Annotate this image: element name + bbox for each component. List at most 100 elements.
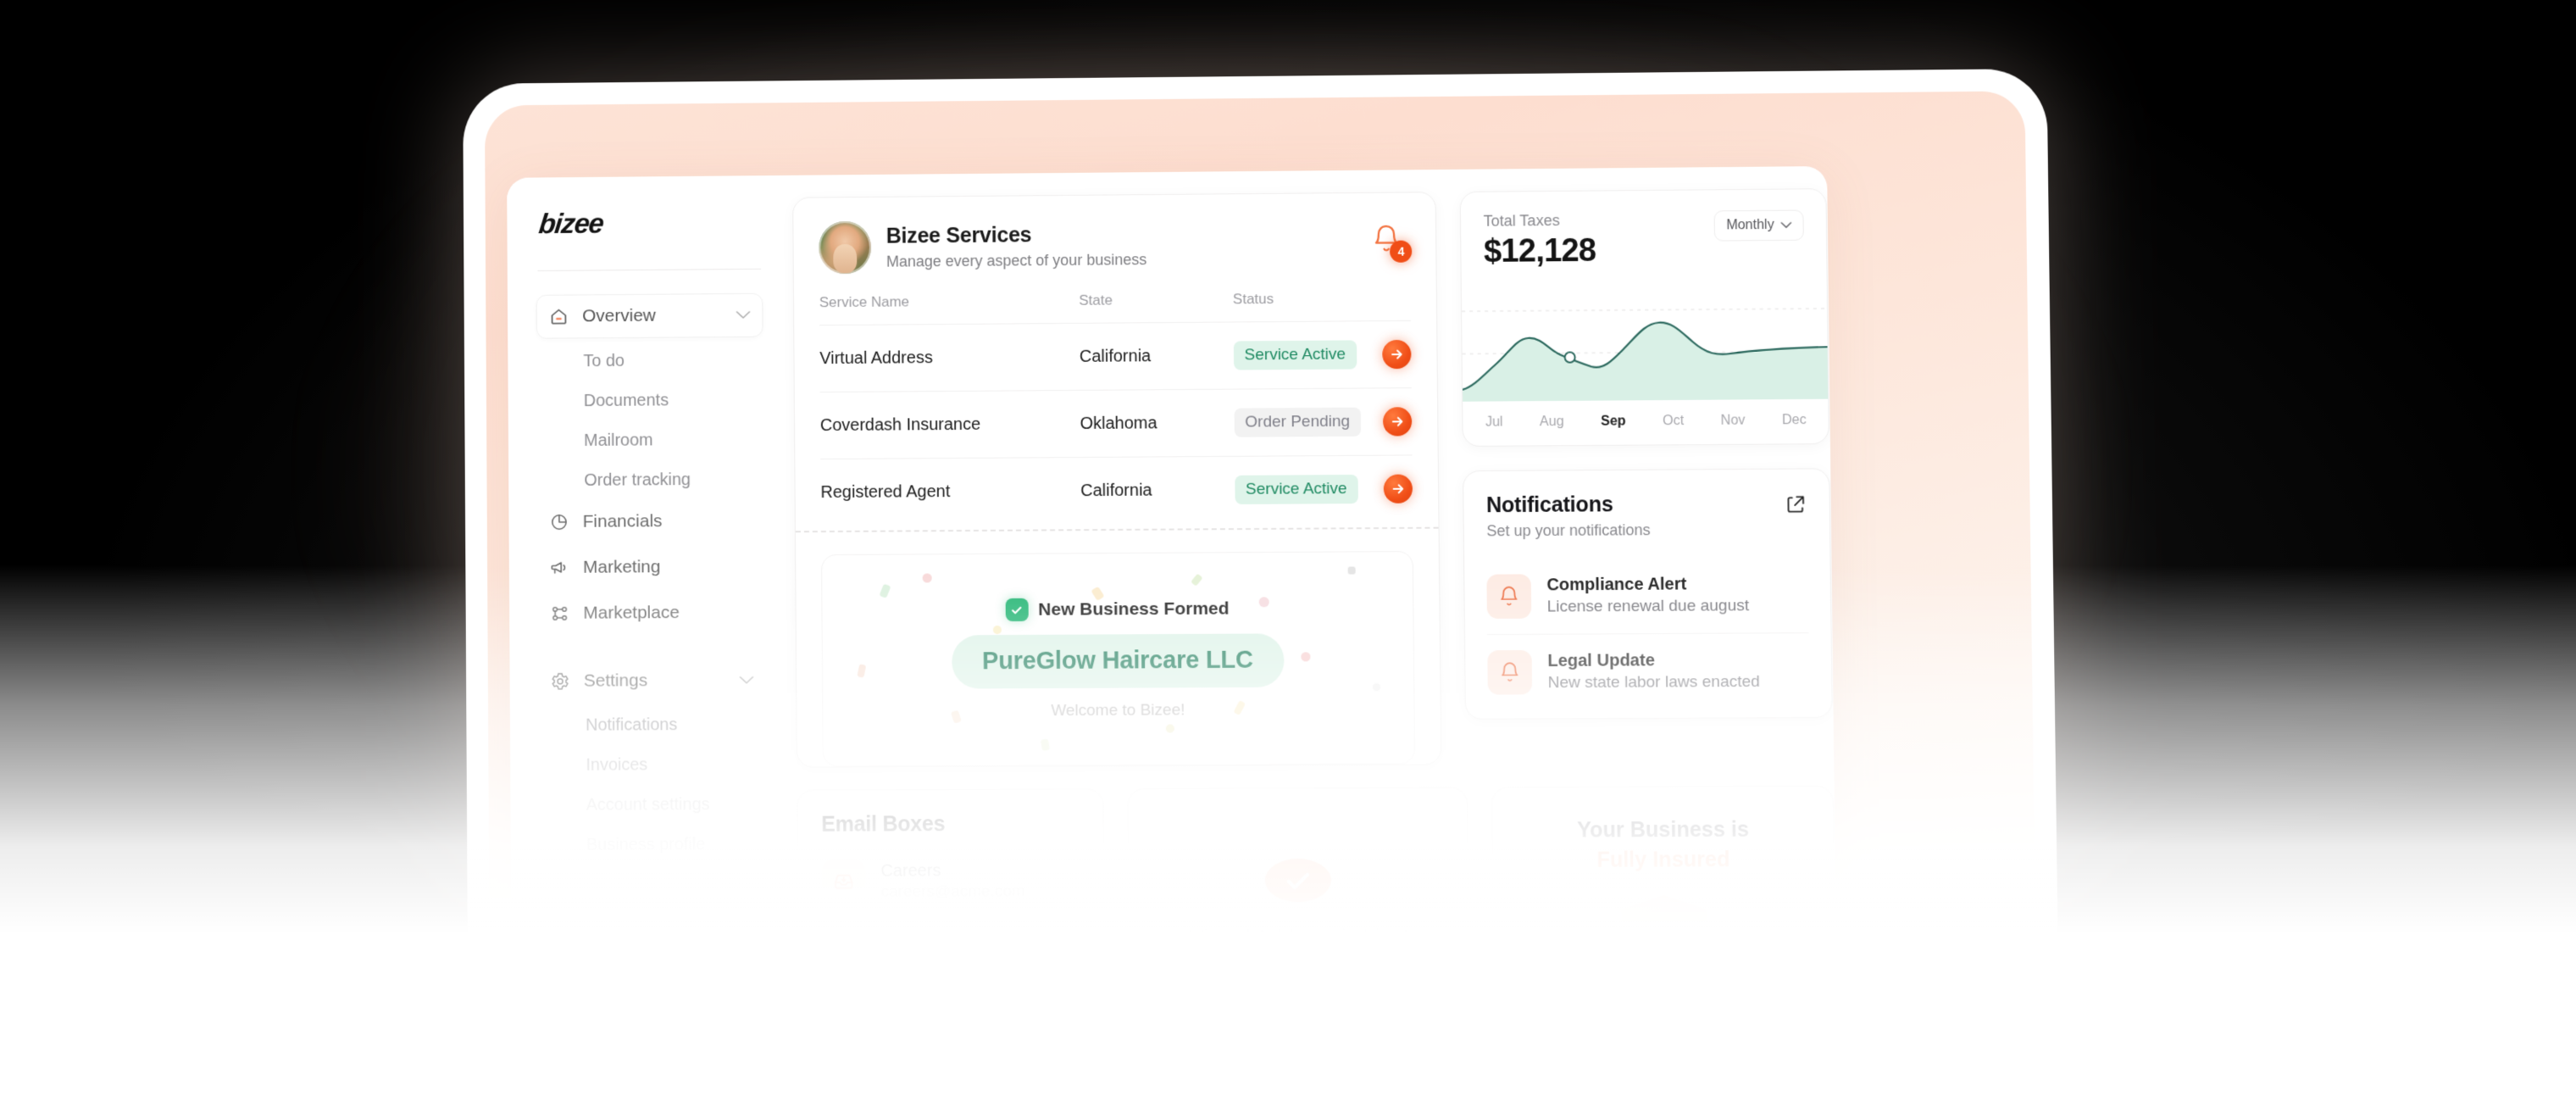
notification-title: Compliance Alert [1546,575,1687,595]
virtual-address-card: Virtual Address is Live! We'll keep you … [1127,787,1471,1036]
row-go-button[interactable] [1384,474,1413,503]
range-select-value: Monthly [1726,217,1774,233]
sidebar-item-sign-out[interactable]: Sign out [540,948,768,992]
nodes-icon [550,604,570,624]
chart-highlight-point [1565,353,1575,363]
notifications-subtitle: Set up your notifications [1486,521,1651,540]
chevron-down-icon [736,307,751,324]
page-subtitle: Manage every aspect of your business [886,250,1147,270]
row-go-button[interactable] [1383,407,1413,437]
sidebar-item-overview[interactable]: Overview [536,292,763,339]
cell-service-name: Registered Agent [820,481,951,502]
chart-x-axis: Jul Aug Sep Oct Nov Dec [1485,413,1807,431]
axis-tick-nov: Nov [1720,413,1746,428]
sidebar-item-label: Settings [583,670,648,691]
axis-tick-dec: Dec [1781,413,1807,428]
chart-svg [1462,298,1829,402]
status-badge: Service Active [1233,340,1357,370]
bizee-logo: bizee [536,207,605,240]
email-box-name: Enterprise [880,927,959,947]
sidebar-item-business-profile[interactable]: Business profile [539,825,767,865]
services-header: Bizee Services Manage every aspect of yo… [819,216,1413,294]
sidebar-item-label: Marketplace [583,603,680,623]
services-titles: Bizee Services Manage every aspect of yo… [886,222,1147,271]
list-item[interactable]: Careers careers@acme.com [821,859,1080,904]
sidebar-item-mailroom[interactable]: Mailroom [536,420,763,462]
list-item[interactable]: Compliance Alert License renewal due aug… [1486,557,1809,634]
sidebar-item-label: Overview [582,305,656,326]
lifebuoy-icon [552,915,572,935]
unread-dot-icon [1058,936,1081,959]
email-box-texts: Enterprise enterprise@acme.com [881,927,1044,968]
list-item[interactable]: Legal Update New state labor laws enacte… [1487,632,1810,710]
row-go-button[interactable] [1382,339,1412,370]
arrow-right-icon [1391,481,1406,497]
right-column: Total Taxes $12,128 Monthly Jul Aug Sep … [1460,188,1834,765]
sidebar-divider [537,268,762,271]
axis-tick-jul: Jul [1485,414,1503,430]
bell-icon [1486,574,1532,619]
sidebar-item-invoices[interactable]: Invoices [539,745,766,786]
cell-service-name: Virtual Address [819,348,933,368]
column-header-service-name: Service Name [819,293,910,311]
notification-texts: Legal Update New state labor laws enacte… [1547,651,1760,693]
chart-area-fill [1462,321,1829,402]
welcome-text: Welcome to Bizee! [1051,701,1185,720]
insurance-line-1: Your Business is [1577,817,1750,843]
inbox-icon [821,859,866,904]
check-circle-icon [1005,598,1029,622]
table-row[interactable]: Registered Agent California Service Acti… [820,454,1413,526]
sidebar-item-order-tracking[interactable]: Order tracking [537,460,764,502]
table-row[interactable]: Coverdash Insurance Oklahoma Order Pendi… [819,387,1413,459]
inbox-icon [822,926,867,971]
email-boxes-title: Email Boxes [821,812,946,837]
sidebar-item-financials[interactable]: Financials [537,500,764,544]
sidebar-item-label: Support [585,914,647,935]
sidebar-item-label: Marketing [582,557,661,577]
total-taxes-card: Total Taxes $12,128 Monthly Jul Aug Sep … [1460,188,1830,448]
external-link-icon[interactable] [1785,493,1807,520]
notifications-card: Notifications Set up your notifications [1463,468,1834,720]
sidebar-item-to-do[interactable]: To do [536,341,763,382]
table-row[interactable]: Virtual Address California Service Activ… [819,320,1413,392]
sidebar-item-documents[interactable]: Documents [536,381,763,422]
gridline [1463,309,1828,311]
gear-icon [550,671,570,692]
arrow-right-icon [1390,347,1405,362]
new-business-panel: New Business Formed PureGlow Haircare LL… [820,550,1416,767]
chevron-down-icon [1781,218,1792,233]
shield-icon [1621,895,1707,999]
sidebar-item-marketplace[interactable]: Marketplace [538,592,765,635]
email-box-address: careers@acme.com [880,882,1025,901]
range-select[interactable]: Monthly [1713,209,1805,242]
cell-service-name: Coverdash Insurance [819,414,981,435]
sidebar: bizee Overview To do Documents Mailroom … [507,175,791,1107]
new-business-banner: New Business Formed [1005,597,1230,622]
cell-state: Oklahoma [1080,413,1158,433]
notification-texts: Compliance Alert License renewal due aug… [1546,575,1749,617]
dashed-divider [795,526,1439,533]
pie-chart-icon [549,512,569,532]
column-header-action [1363,290,1411,321]
notification-title: Legal Update [1547,651,1655,671]
sidebar-item-notifications[interactable]: Notifications [538,705,765,746]
insurance-line-2: Fully Insured [1596,848,1730,872]
sidebar-item-settings[interactable]: Settings [538,659,765,703]
status-badge: Service Active [1234,474,1358,505]
notification-desc: New state labor laws enacted [1547,672,1761,693]
screenshot-stage: bizee Overview To do Documents Mailroom … [0,0,2576,1107]
cell-state: California [1079,346,1152,366]
list-item[interactable]: Enterprise enterprise@acme.com [822,925,1081,971]
axis-tick-aug: Aug [1539,414,1564,430]
email-box-name: Careers [880,860,941,881]
sidebar-divider-lower [541,883,766,886]
virtual-address-title: Virtual Address is Live! [1189,924,1409,951]
notifications-title: Notifications [1485,492,1613,518]
notification-desc: License renewal due august [1546,597,1750,616]
notification-bell-button[interactable]: 4 [1371,224,1413,263]
sidebar-item-marketing[interactable]: Marketing [537,546,764,590]
sidebar-item-support[interactable]: Support [540,903,768,946]
insurance-card: Your Business is Fully Insured [1491,785,1837,1036]
sidebar-item-account-settings[interactable]: Account settings [539,785,767,826]
